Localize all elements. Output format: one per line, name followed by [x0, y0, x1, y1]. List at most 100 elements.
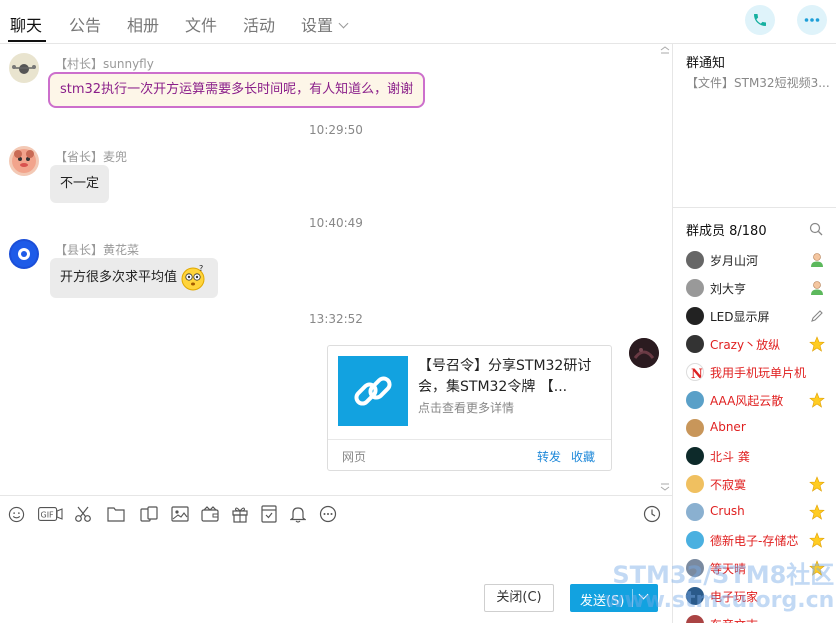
- group-members-title: 群成员 8/180: [686, 224, 767, 239]
- forward-link[interactable]: 转发: [537, 448, 561, 465]
- gift-button[interactable]: [231, 505, 249, 523]
- chevron-down-icon: [338, 18, 349, 29]
- gif-label: GIF: [40, 511, 54, 520]
- group-member-item[interactable]: N 我用手机玩单片机: [686, 360, 836, 384]
- screenshot-button[interactable]: [74, 505, 92, 523]
- member-name: 岁月山河: [710, 254, 759, 268]
- confused-emoji-icon: ?: [181, 264, 205, 291]
- member-name: 刘大亨: [710, 282, 747, 296]
- message-bubble[interactable]: 不一定: [50, 165, 110, 203]
- more-icon: [804, 18, 820, 22]
- group-info-panel: 群通知 【文件】STM32短视频3... 群成员 8/180 岁月山河刘大亨 LE…: [672, 44, 836, 623]
- red-packet-button[interactable]: [201, 505, 219, 523]
- more-options-button[interactable]: [797, 5, 827, 35]
- group-member-item[interactable]: 北斗 龚: [686, 444, 836, 468]
- emoji-button[interactable]: [7, 505, 25, 523]
- tab-files[interactable]: 文件: [185, 12, 217, 36]
- group-member-item[interactable]: 不寂寞: [686, 472, 836, 496]
- message-bubble[interactable]: stm32执行一次开方运算需要多长时间呢，有人知道么，谢谢: [48, 72, 426, 108]
- sender-name: 【县长】黄花菜: [55, 243, 140, 257]
- chat-message-area[interactable]: 【村长】sunnyfly stm32执行一次开方运算需要多长时间呢，有人知道么，…: [0, 44, 672, 495]
- member-avatar: [686, 251, 704, 269]
- phone-call-button[interactable]: [745, 5, 775, 35]
- send-options-chevron-icon[interactable]: [638, 589, 649, 600]
- star-icon: [808, 391, 826, 409]
- member-avatar: [686, 559, 704, 577]
- avatar[interactable]: [9, 146, 39, 176]
- avatar-self[interactable]: [629, 338, 659, 368]
- sticker-button[interactable]: [140, 505, 158, 523]
- sender-name: 【村长】sunnyfly: [55, 57, 154, 71]
- image-icon: [171, 506, 189, 522]
- member-name: Crazy丶放纵: [710, 338, 781, 352]
- more-circle-icon: [319, 505, 337, 523]
- group-member-item[interactable]: Abner: [686, 416, 836, 440]
- close-button[interactable]: 关闭(C): [484, 584, 554, 612]
- avatar[interactable]: [9, 53, 39, 83]
- member-name: 不寂寞: [710, 478, 747, 492]
- member-avatar: [686, 419, 704, 437]
- shared-link-card[interactable]: 【号召令】分享STM32研讨会，集STM32令牌 【... 点击查看更多详情 网…: [327, 345, 612, 471]
- search-icon[interactable]: [809, 222, 823, 236]
- group-member-item[interactable]: Crazy丶放纵: [686, 332, 836, 356]
- member-name: Abner: [710, 420, 746, 434]
- send-file-button[interactable]: [107, 505, 125, 523]
- group-member-item[interactable]: 刘大亨: [686, 276, 836, 300]
- scroll-down-icon[interactable]: [660, 483, 670, 491]
- link-thumbnail: [338, 356, 408, 426]
- ballot-icon: [261, 505, 277, 523]
- tab-settings[interactable]: 设置: [301, 12, 349, 36]
- reminder-button[interactable]: [289, 505, 307, 523]
- group-notice-title: 群通知: [686, 56, 726, 71]
- message-history-button[interactable]: [643, 505, 661, 523]
- star-icon: [808, 335, 826, 353]
- member-avatar: [686, 307, 704, 325]
- group-member-item[interactable]: LED显示屏: [686, 304, 836, 328]
- group-member-item[interactable]: 岁月山河: [686, 248, 836, 272]
- image-button[interactable]: [171, 505, 189, 523]
- clock-icon: [643, 505, 661, 523]
- tab-album[interactable]: 相册: [127, 12, 159, 36]
- member-avatar: [686, 475, 704, 493]
- send-button-divider: [632, 589, 633, 607]
- member-avatar: [686, 531, 704, 549]
- card-title: 【号召令】分享STM32研讨会，集STM32令牌 【...: [418, 358, 592, 395]
- member-name: 等天晴: [710, 562, 747, 576]
- card-footer: 网页 转发 收藏: [328, 439, 611, 471]
- bell-icon: [290, 507, 306, 523]
- tab-announcement[interactable]: 公告: [69, 12, 101, 36]
- timestamp: 10:40:49: [309, 216, 363, 230]
- folder-icon: [107, 507, 125, 522]
- smiley-icon: [8, 506, 24, 522]
- send-button[interactable]: 发送(S): [570, 584, 658, 612]
- group-member-item[interactable]: 等天晴: [686, 556, 836, 580]
- member-name: LED显示屏: [710, 310, 770, 324]
- group-member-item[interactable]: 东帝文志: [686, 612, 836, 623]
- member-avatar: [686, 587, 704, 605]
- group-member-item[interactable]: AAA风起云散: [686, 388, 836, 412]
- gif-button[interactable]: GIF: [37, 505, 63, 523]
- star-icon: [808, 559, 826, 577]
- active-tab-indicator: [8, 40, 46, 42]
- tab-activity[interactable]: 活动: [243, 12, 275, 36]
- timestamp: 13:32:52: [309, 312, 363, 326]
- member-avatar: [686, 391, 704, 409]
- group-member-item[interactable]: 德新电子-存储芯: [686, 528, 836, 552]
- scroll-up-icon[interactable]: [660, 46, 670, 54]
- vote-button[interactable]: [260, 505, 278, 523]
- message-bubble[interactable]: 开方很多次求平均值 ?: [50, 258, 218, 298]
- top-tab-bar: 聊天 公告 相册 文件 活动 设置: [0, 0, 836, 44]
- group-member-item[interactable]: Crush: [686, 500, 836, 524]
- more-tools-button[interactable]: [319, 505, 337, 523]
- svg-text:N: N: [691, 367, 703, 381]
- group-member-item[interactable]: 电子玩家: [686, 584, 836, 608]
- scissors-icon: [75, 506, 91, 522]
- card-subtitle: 点击查看更多详情: [418, 401, 515, 415]
- phone-icon: [754, 14, 766, 26]
- favorite-link[interactable]: 收藏: [571, 448, 595, 465]
- avatar[interactable]: [9, 239, 39, 269]
- group-notice-text[interactable]: 【文件】STM32短视频3...: [686, 74, 834, 91]
- member-avatar: N: [686, 363, 704, 381]
- tab-chat[interactable]: 聊天: [10, 12, 42, 36]
- member-avatar: [686, 279, 704, 297]
